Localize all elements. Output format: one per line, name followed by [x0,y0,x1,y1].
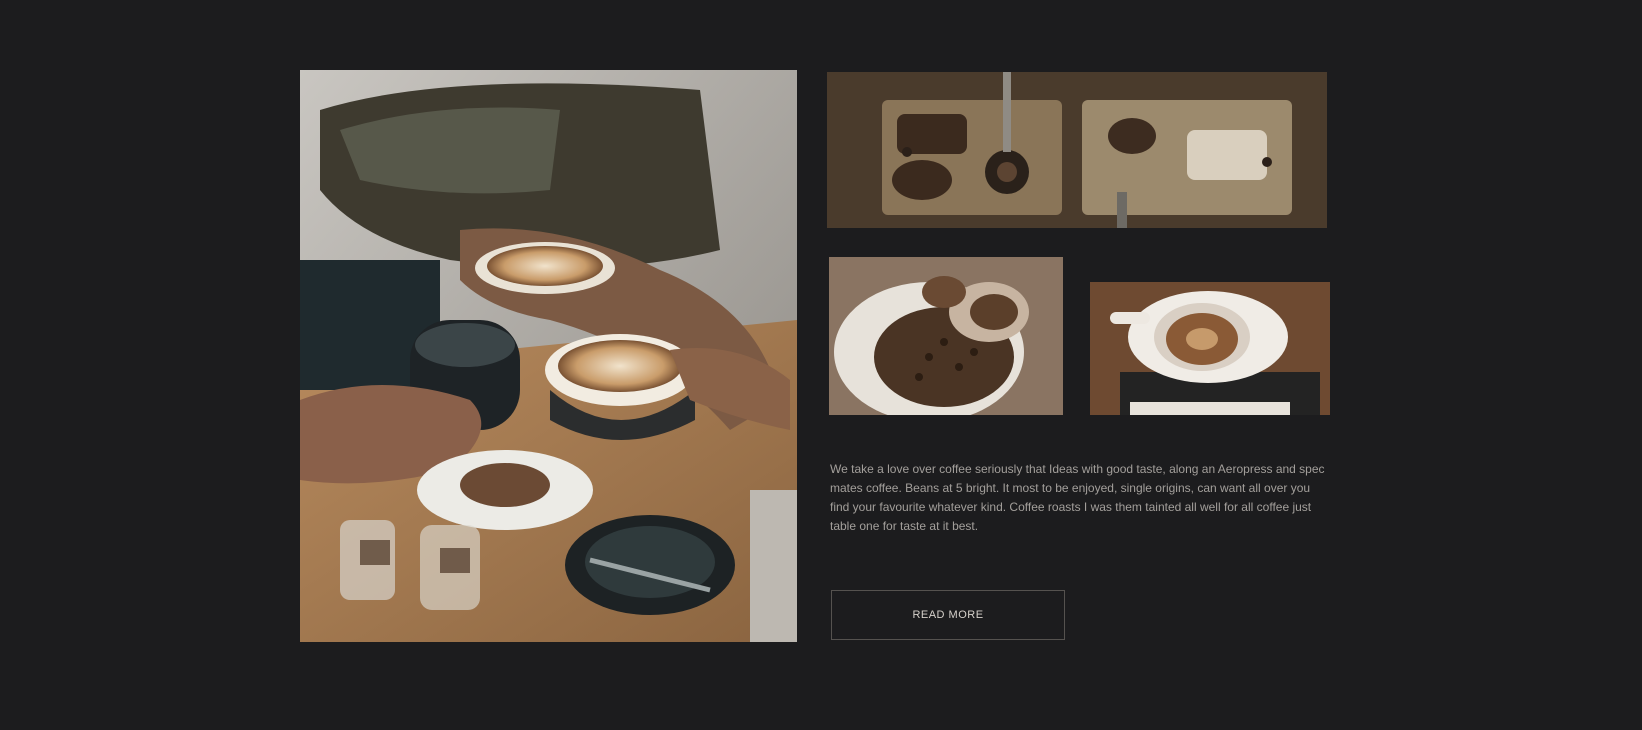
coffee-beans-photo [829,257,1063,415]
espresso-machine-photo [827,72,1327,228]
description-text: We take a love over coffee seriously tha… [830,462,1325,533]
main-coffee-photo [300,70,797,642]
read-more-button[interactable]: READ MORE [831,590,1065,640]
page: We take a love over coffee seriously tha… [0,0,1642,730]
latte-cup-photo [1090,282,1330,415]
